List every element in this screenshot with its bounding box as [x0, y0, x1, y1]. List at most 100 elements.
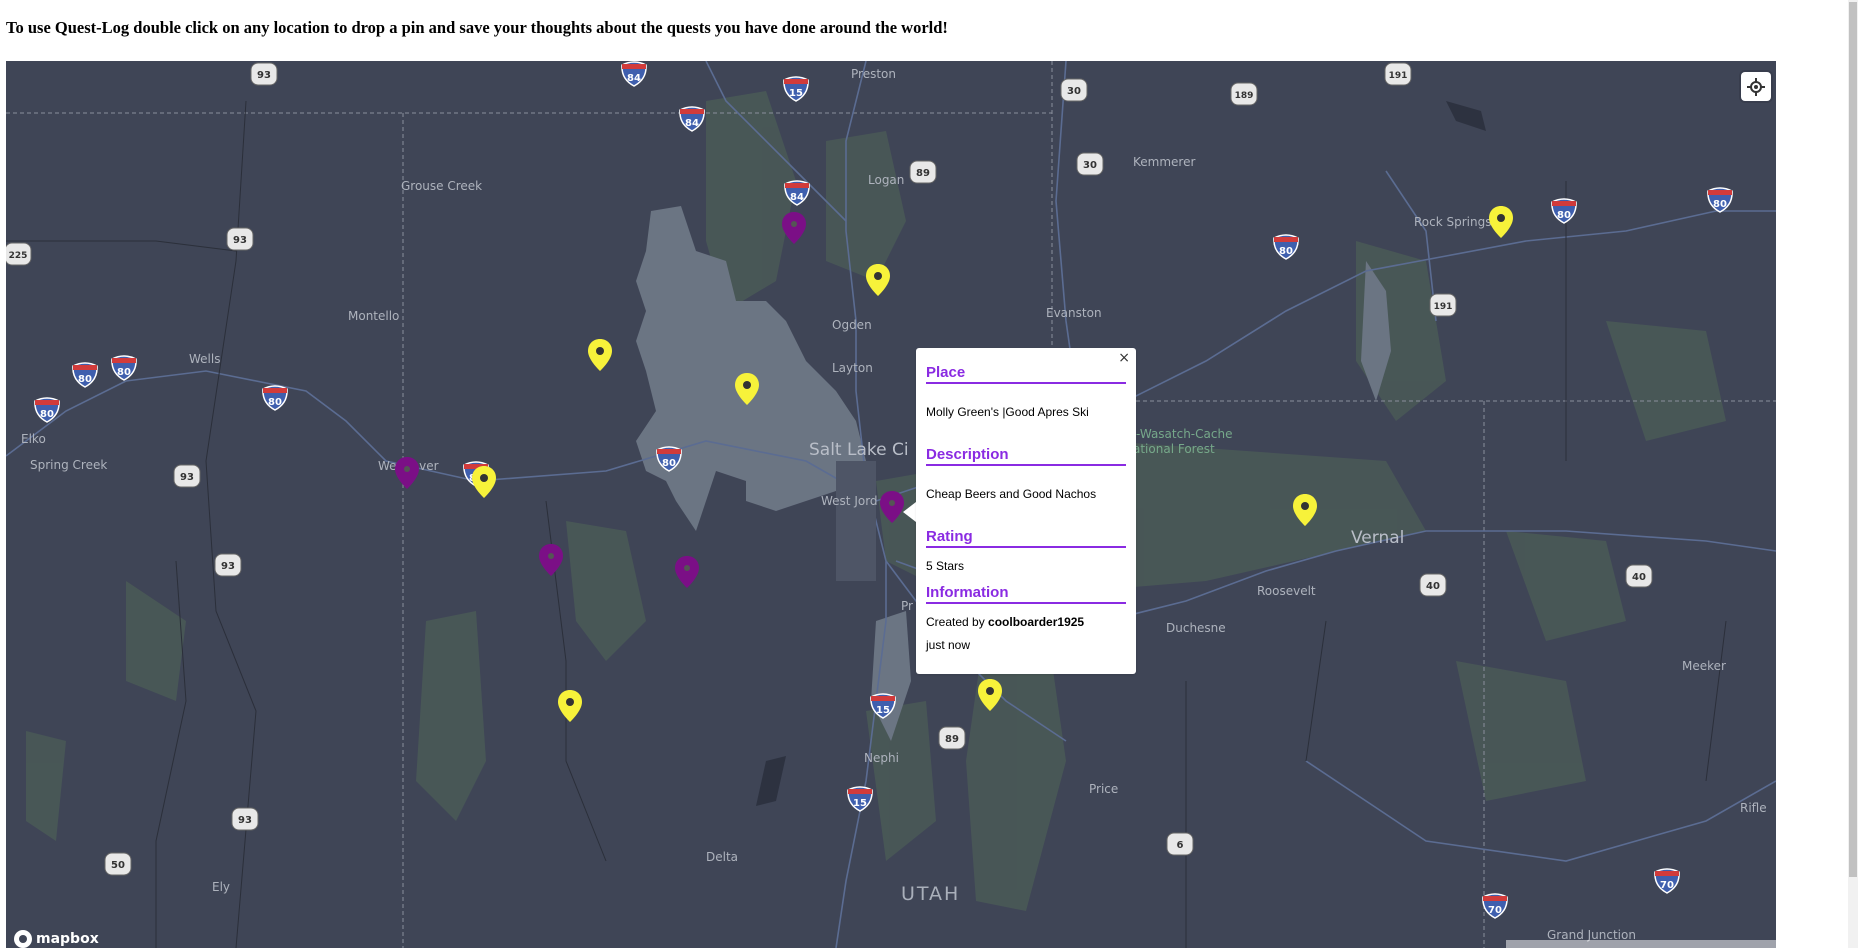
us-route-shield: 191	[1384, 61, 1412, 87]
svg-text:40: 40	[1632, 572, 1646, 583]
label-rock-springs: Rock Springs	[1414, 215, 1492, 229]
label-preston: Preston	[851, 67, 896, 81]
created-time: just now	[926, 638, 971, 652]
geolocate-button[interactable]	[1741, 72, 1771, 101]
interstate-shield: 80	[1706, 187, 1734, 213]
svg-text:93: 93	[180, 472, 194, 483]
label-west-jordan: West Jord	[821, 494, 878, 508]
label-elko: Elko	[21, 432, 46, 446]
svg-text:191: 191	[1434, 302, 1453, 312]
us-route-shield: 30	[1076, 151, 1104, 177]
quest-pin-purple[interactable]	[395, 457, 419, 489]
label-ely: Ely	[212, 880, 231, 894]
label-spring-creek: Spring Creek	[30, 458, 108, 472]
us-route-shield: 191	[1429, 292, 1457, 318]
svg-text:30: 30	[1083, 160, 1097, 171]
quest-pin-yellow[interactable]	[588, 339, 612, 371]
label-utah: UTAH	[901, 883, 961, 905]
interstate-shield: 80	[1272, 234, 1300, 260]
svg-text:80: 80	[40, 409, 54, 420]
svg-text:93: 93	[257, 70, 271, 81]
us-route-shield: 93	[214, 552, 242, 578]
quest-pin-purple[interactable]	[782, 212, 806, 244]
us-route-shield: 30	[1060, 77, 1088, 103]
us-route-shield: 93	[173, 463, 201, 489]
interstate-shield: 80	[1550, 198, 1578, 224]
svg-text:80: 80	[662, 458, 676, 469]
svg-text:40: 40	[1426, 581, 1440, 592]
svg-text:93: 93	[221, 561, 235, 572]
quest-pin-purple[interactable]	[880, 491, 904, 523]
map-canvas[interactable]: Preston Logan Grouse Creek Montello Well…	[6, 61, 1776, 948]
crosshair-icon	[1747, 77, 1765, 96]
quest-pin-yellow[interactable]	[472, 466, 496, 498]
svg-text:15: 15	[853, 798, 867, 809]
quest-pin-yellow[interactable]	[558, 690, 582, 722]
label-nephi: Nephi	[864, 751, 899, 765]
label-price: Price	[1089, 782, 1119, 796]
label-ogden: Ogden	[832, 318, 872, 332]
quest-pin-purple[interactable]	[539, 544, 563, 576]
us-route-shield: 40	[1625, 563, 1653, 589]
page-scrollbar[interactable]	[1848, 0, 1858, 948]
interstate-shield: 84	[620, 61, 648, 87]
svg-text:84: 84	[685, 118, 699, 129]
svg-text:80: 80	[1279, 246, 1293, 257]
label-meeker: Meeker	[1682, 659, 1726, 673]
label-forest-2: ational Forest	[1133, 442, 1215, 456]
quest-pin-yellow[interactable]	[978, 679, 1002, 711]
svg-text:84: 84	[790, 192, 804, 203]
label-forest: -Wasatch-Cache	[1136, 427, 1233, 441]
quest-pin-yellow[interactable]	[1293, 494, 1317, 526]
svg-text:70: 70	[1488, 905, 1502, 916]
svg-text:70: 70	[1660, 880, 1674, 891]
label-wells: Wells	[189, 352, 221, 366]
svg-text:84: 84	[627, 73, 641, 84]
svg-text:191: 191	[1389, 71, 1408, 81]
svg-text:80: 80	[1557, 210, 1571, 221]
created-by-user: coolboarder1925	[988, 615, 1085, 629]
interstate-shield: 80	[110, 355, 138, 381]
us-route-shield: 89	[909, 159, 937, 185]
mapbox-logo[interactable]: mapbox	[14, 930, 99, 948]
popup-tip	[903, 502, 916, 522]
us-route-shield: 225	[6, 241, 32, 267]
us-route-shield: 93	[226, 226, 254, 252]
svg-text:89: 89	[945, 734, 959, 745]
interstate-shield: 80	[261, 385, 289, 411]
quest-pin-yellow[interactable]	[1489, 206, 1513, 238]
svg-text:93: 93	[233, 235, 247, 246]
us-route-shield: 93	[250, 61, 278, 87]
mapbox-logo-text: mapbox	[36, 931, 99, 947]
us-route-shield: 93	[231, 806, 259, 832]
svg-text:80: 80	[117, 367, 131, 378]
svg-text:15: 15	[876, 705, 890, 716]
mapbox-logo-icon	[14, 930, 32, 948]
information-heading: Information	[926, 584, 1126, 604]
quest-pin-yellow[interactable]	[735, 373, 759, 405]
scrollbar-thumb[interactable]	[1849, 2, 1857, 877]
label-grouse-creek: Grouse Creek	[401, 179, 483, 193]
svg-text:30: 30	[1067, 86, 1081, 97]
label-delta: Delta	[706, 850, 739, 864]
place-value: Molly Green's |Good Apres Ski	[926, 405, 1089, 419]
us-route-shield: 89	[938, 725, 966, 751]
label-duchesne: Duchesne	[1166, 621, 1226, 635]
rating-heading: Rating	[926, 528, 1126, 548]
us-route-shield: 189	[1230, 81, 1258, 107]
label-layton: Layton	[832, 361, 873, 375]
svg-text:6: 6	[1177, 840, 1184, 851]
label-salt-lake-city: Salt Lake Ci	[809, 440, 909, 460]
interstate-shield: 80	[33, 397, 61, 423]
map-attribution[interactable]	[1506, 940, 1776, 948]
interstate-shield: 80	[655, 446, 683, 472]
place-heading: Place	[926, 364, 1126, 384]
interstate-shield: 80	[71, 362, 99, 388]
quest-pin-purple[interactable]	[675, 556, 699, 588]
svg-text:189: 189	[1235, 91, 1254, 101]
interstate-shield: 70	[1653, 868, 1681, 894]
interstate-shield: 84	[678, 106, 706, 132]
svg-text:225: 225	[9, 251, 28, 261]
quest-pin-yellow[interactable]	[866, 264, 890, 296]
label-kemmerer: Kemmerer	[1133, 155, 1196, 169]
